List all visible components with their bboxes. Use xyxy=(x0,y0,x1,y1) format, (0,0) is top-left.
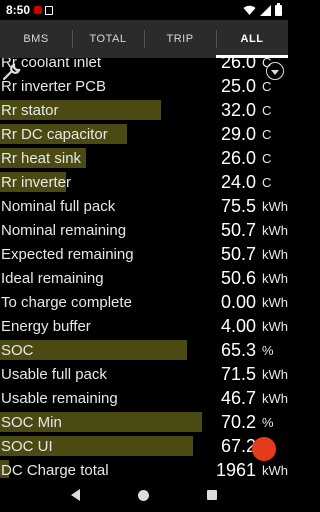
data-rows: Rr coolant inlet 26.0 C Rr inverter PCB 25.0… xyxy=(0,58,288,478)
data-row: Nominal remaining 50.7 kWh xyxy=(0,218,288,242)
data-row: To charge complete 0.00 kWh xyxy=(0,290,288,314)
action-button[interactable] xyxy=(252,437,276,461)
row-label: DC Charge total xyxy=(1,461,109,479)
data-list[interactable]: Rr coolant inlet 26.0 C Rr inverter PCB 25.0… xyxy=(0,58,288,478)
status-time: 8:50 xyxy=(6,3,31,17)
wrench-icon[interactable] xyxy=(2,62,24,84)
row-label: SOC Min xyxy=(1,413,62,431)
data-row: Rr heat sink 26.0 C xyxy=(0,146,288,170)
tab-bar: BMS TOTAL TRIP ALL xyxy=(0,20,288,58)
tab-bms[interactable]: BMS xyxy=(0,20,72,58)
row-value: 75.5 xyxy=(220,195,256,216)
tab-label: TOTAL xyxy=(89,33,127,45)
row-label: Nominal remaining xyxy=(1,221,127,239)
row-value: 50.7 xyxy=(220,219,256,240)
row-value: 32.0 xyxy=(220,99,256,120)
data-row: SOC UI67.2% xyxy=(0,434,288,458)
back-icon[interactable] xyxy=(71,489,80,501)
row-unit: kWh xyxy=(262,198,288,214)
row-unit: kWh xyxy=(262,270,288,286)
data-row: Usable remaining 46.7 kWh xyxy=(0,386,288,410)
row-label: To charge complete xyxy=(1,293,132,311)
tab-label: BMS xyxy=(23,33,49,45)
row-label: Ideal remaining xyxy=(1,269,104,287)
row-unit: C xyxy=(262,78,272,94)
row-unit: kWh xyxy=(262,318,288,334)
data-row: Rr coolant inlet 26.0 C xyxy=(0,58,288,74)
row-unit: % xyxy=(262,342,274,358)
row-label: Rr DC capacitor xyxy=(1,125,108,143)
data-row: Rr DC capacitor 29.0 C xyxy=(0,122,288,146)
row-value: 71.5 xyxy=(220,363,256,384)
notification-icons xyxy=(34,5,54,15)
row-value: 67.2 xyxy=(220,435,256,456)
notification-app-icon xyxy=(34,6,43,14)
data-row: Rr inverter PCB 25.0 C xyxy=(0,74,288,98)
row-value: 50.6 xyxy=(220,267,256,288)
tab-total[interactable]: TOTAL xyxy=(72,20,144,58)
row-unit: kWh xyxy=(262,222,288,238)
row-label: Rr heat sink xyxy=(1,149,82,167)
row-label: SOC UI xyxy=(1,437,53,455)
row-unit: kWh xyxy=(262,462,288,478)
tab-trip[interactable]: TRIP xyxy=(144,20,216,58)
row-value: 24.0 xyxy=(220,171,256,192)
recent-apps-icon[interactable] xyxy=(207,490,217,500)
row-label: Nominal full pack xyxy=(1,197,116,215)
data-row: DC Charge total 1961 kWh xyxy=(0,458,288,478)
sd-card-icon xyxy=(45,5,54,15)
row-label: Expected remaining xyxy=(1,245,134,263)
row-unit: % xyxy=(262,414,274,430)
data-row: SOC 65.3% xyxy=(0,338,288,362)
tab-label: ALL xyxy=(240,33,264,45)
row-label: Usable full pack xyxy=(1,365,107,383)
row-label: Usable remaining xyxy=(1,389,118,407)
tab-label: TRIP xyxy=(166,33,194,45)
system-icons xyxy=(243,2,282,16)
row-label: Rr inverter xyxy=(1,173,72,191)
signal-icon xyxy=(260,4,271,16)
row-label: Rr inverter PCB xyxy=(1,77,107,95)
row-unit: kWh xyxy=(262,246,288,262)
tab-all[interactable]: ALL xyxy=(216,20,288,58)
wifi-icon xyxy=(243,5,256,15)
row-value: 0.00 xyxy=(220,291,256,312)
data-row: SOC Min 70.2% xyxy=(0,410,288,434)
row-value: 25.0 xyxy=(220,75,256,96)
navigation-bar xyxy=(0,478,288,512)
row-unit: C xyxy=(262,102,272,118)
data-row: Energy buffer 4.00 kWh xyxy=(0,314,288,338)
row-value: 29.0 xyxy=(220,123,256,144)
home-icon[interactable] xyxy=(138,489,149,501)
data-row: Usable full pack 71.5 kWh xyxy=(0,362,288,386)
data-row: Ideal remaining 50.6 kWh xyxy=(0,266,288,290)
row-value: 65.3 xyxy=(220,339,256,360)
data-row: Nominal full pack 75.5 kWh xyxy=(0,194,288,218)
row-value: 4.00 xyxy=(220,315,256,336)
row-value: 26.0 xyxy=(220,58,256,72)
row-unit: kWh xyxy=(262,366,288,382)
row-value: 46.7 xyxy=(220,387,256,408)
row-label: Rr stator xyxy=(1,101,59,119)
row-value: 70.2 xyxy=(220,411,256,432)
row-label: SOC xyxy=(1,341,34,359)
row-value: 50.7 xyxy=(220,243,256,264)
data-row: Rr stator 32.0 C xyxy=(0,98,288,122)
row-value: 1961 xyxy=(215,459,256,479)
status-bar: 8:50 xyxy=(0,0,288,20)
row-value: 26.0 xyxy=(220,147,256,168)
row-unit: C xyxy=(262,150,272,166)
row-unit: kWh xyxy=(262,390,288,406)
row-label: Energy buffer xyxy=(1,317,91,335)
dropdown-menu-icon[interactable] xyxy=(266,62,284,80)
row-unit: C xyxy=(262,174,272,190)
data-row: Rr inverter 24.0 C xyxy=(0,170,288,194)
data-row: Expected remaining 50.7 kWh xyxy=(0,242,288,266)
row-unit: C xyxy=(262,126,272,142)
row-unit: kWh xyxy=(262,294,288,310)
row-label: Rr coolant inlet xyxy=(1,58,102,71)
battery-icon xyxy=(275,2,282,16)
